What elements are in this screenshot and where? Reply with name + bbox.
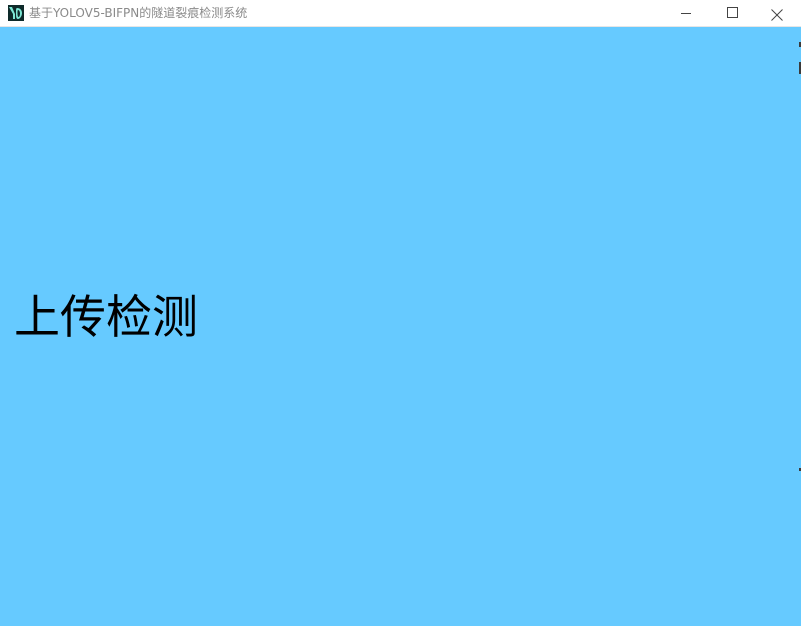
close-button[interactable]: [755, 0, 801, 27]
app-window: 基于YOLOV5-BIFPN的隧道裂痕检测系统 上传检测: [0, 0, 801, 626]
yolo-app-icon: [8, 5, 24, 21]
title-bar[interactable]: 基于YOLOV5-BIFPN的隧道裂痕检测系统: [0, 0, 801, 27]
minimize-icon: [681, 13, 691, 14]
maximize-button[interactable]: [709, 0, 755, 27]
client-area: 上传检测: [0, 27, 801, 626]
upload-detect-button[interactable]: 上传检测: [14, 289, 198, 345]
minimize-button[interactable]: [663, 0, 709, 27]
close-icon: [771, 6, 783, 21]
window-title: 基于YOLOV5-BIFPN的隧道裂痕检测系统: [29, 6, 248, 20]
maximize-icon: [727, 7, 738, 18]
